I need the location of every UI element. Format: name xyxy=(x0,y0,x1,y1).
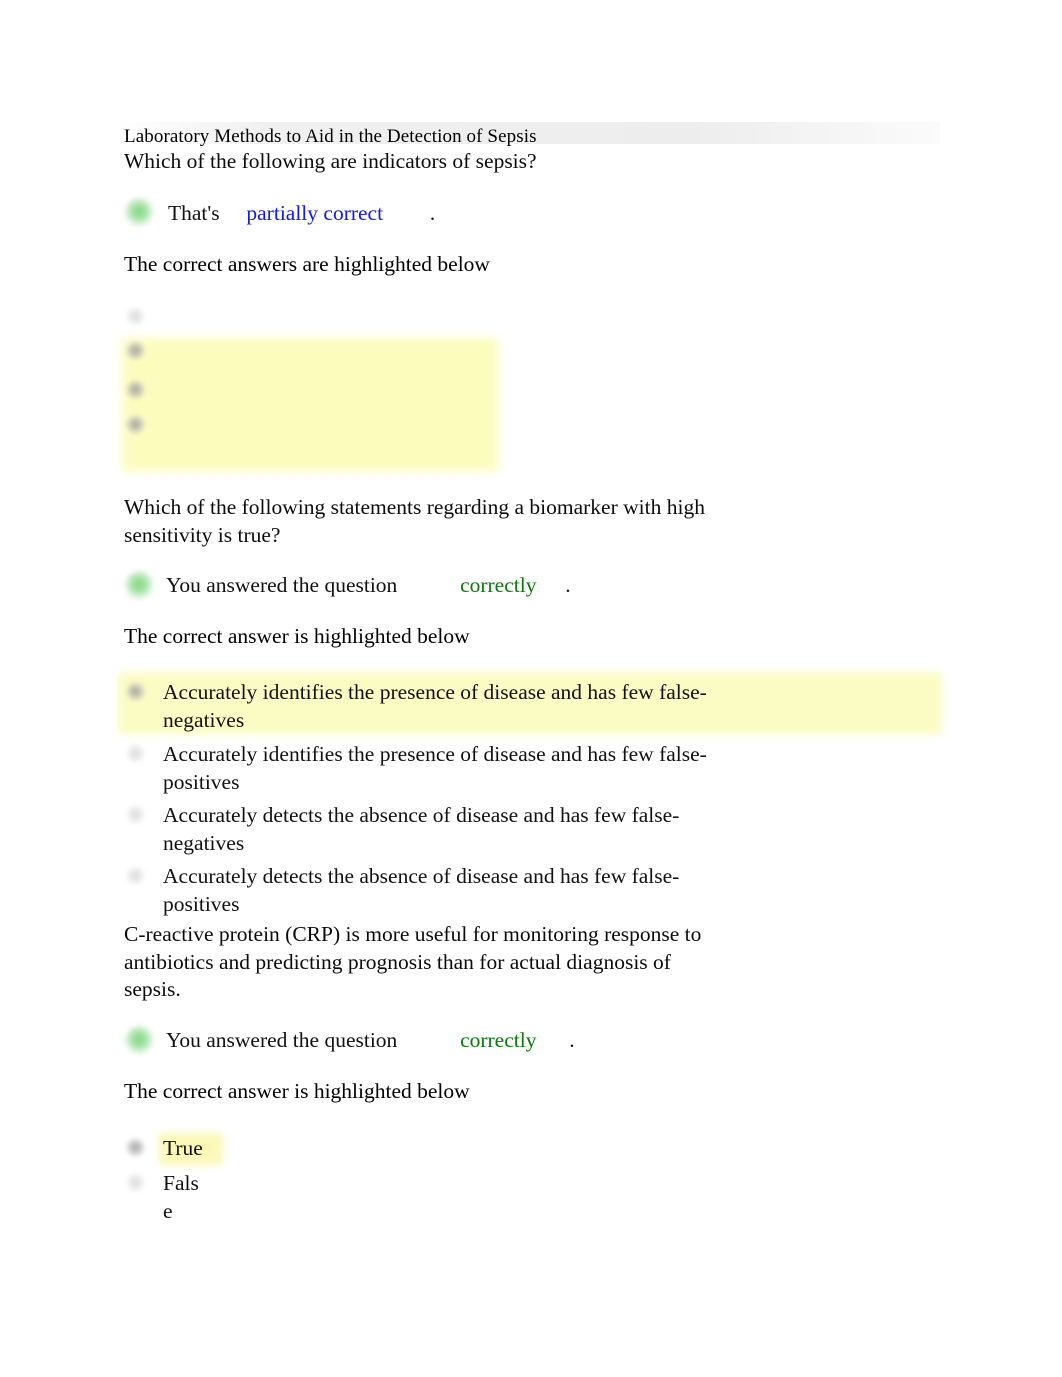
question-3-prompt-line-3: sepsis. xyxy=(124,977,181,1001)
question-2-correct-answer-note: The correct answer is highlighted below xyxy=(124,624,470,648)
question-1-option-4-bullet-icon[interactable] xyxy=(126,415,145,434)
option-line-2: positives xyxy=(163,769,240,794)
option-line-1: Accurately detects the absence of diseas… xyxy=(163,803,680,827)
question-2-option-2-label: Accurately identifies the presence of di… xyxy=(163,741,953,796)
option-line-2: positives xyxy=(163,891,240,916)
question-1-feedback: That's partially correct . xyxy=(168,200,435,227)
green-status-dot-icon xyxy=(124,570,154,600)
option-line-1: Fals xyxy=(163,1171,199,1195)
question-3-option-2-bullet-icon[interactable] xyxy=(126,1173,145,1192)
question-1-prompt: Which of the following are indicators of… xyxy=(124,149,537,173)
question-3-option-1-bullet-icon[interactable] xyxy=(126,1138,145,1157)
quiz-review-page: Laboratory Methods to Aid in the Detecti… xyxy=(0,0,1062,1377)
question-2-option-2-bullet-icon[interactable] xyxy=(126,744,145,763)
question-2-option-4-label: Accurately detects the absence of diseas… xyxy=(163,863,953,918)
option-line-1: Accurately detects the absence of diseas… xyxy=(163,864,680,888)
question-2-feedback: You answered the question correctly . xyxy=(166,572,571,599)
question-1-verdict: partially correct xyxy=(246,201,384,225)
question-2-option-3-label: Accurately detects the absence of diseas… xyxy=(163,802,953,857)
question-2-feedback-prefix: You answered the question xyxy=(166,573,398,597)
question-3-correct-answer-note: The correct answer is highlighted below xyxy=(124,1079,470,1103)
option-line-2: e xyxy=(163,1198,173,1223)
question-3-option-1-label: True xyxy=(163,1135,463,1163)
question-3-feedback-prefix: You answered the question xyxy=(166,1028,398,1052)
green-status-dot-icon xyxy=(124,197,154,227)
document-title: Laboratory Methods to Aid in the Detecti… xyxy=(124,126,537,147)
question-2-option-1-bullet-icon[interactable] xyxy=(126,682,145,701)
option-line-2: negatives xyxy=(163,830,245,855)
question-3-option-2-label: Fals e xyxy=(163,1170,463,1225)
question-1-option-2-bullet-icon[interactable] xyxy=(126,341,145,360)
question-2-feedback-period: . xyxy=(565,573,571,597)
question-3-feedback: You answered the question correctly . xyxy=(166,1027,575,1054)
option-line-2: negatives xyxy=(163,707,245,732)
option-line-1: Accurately identifies the presence of di… xyxy=(163,680,707,704)
green-status-dot-icon xyxy=(124,1025,154,1055)
question-2-option-1-label: Accurately identifies the presence of di… xyxy=(163,679,953,734)
question-3-prompt-line-2: antibiotics and predicting prognosis tha… xyxy=(124,949,671,974)
option-line-1: True xyxy=(163,1136,203,1160)
question-3-prompt-line-1: C-reactive protein (CRP) is more useful … xyxy=(124,922,702,946)
question-1-option-1-bullet-icon[interactable] xyxy=(126,307,145,326)
question-1-feedback-period: . xyxy=(429,201,436,225)
question-2-verdict: correctly xyxy=(460,573,537,597)
question-2-prompt-line-2: sensitivity is true? xyxy=(124,522,281,547)
question-2-prompt-line-1: Which of the following statements regard… xyxy=(124,495,705,519)
question-2-option-4-bullet-icon[interactable] xyxy=(126,866,145,885)
question-1-option-3-bullet-icon[interactable] xyxy=(126,380,145,399)
question-1-correct-answer-note: The correct answers are highlighted belo… xyxy=(124,252,490,276)
option-line-1: Accurately identifies the presence of di… xyxy=(163,742,707,766)
question-3-feedback-period: . xyxy=(569,1028,575,1052)
question-1-highlight-block xyxy=(122,338,498,471)
question-1-feedback-prefix: That's xyxy=(168,201,220,225)
question-3-verdict: correctly xyxy=(460,1028,537,1052)
question-2-option-3-bullet-icon[interactable] xyxy=(126,805,145,824)
question-3-prompt: C-reactive protein (CRP) is more useful … xyxy=(124,921,884,1004)
question-2-prompt: Which of the following statements regard… xyxy=(124,494,884,549)
